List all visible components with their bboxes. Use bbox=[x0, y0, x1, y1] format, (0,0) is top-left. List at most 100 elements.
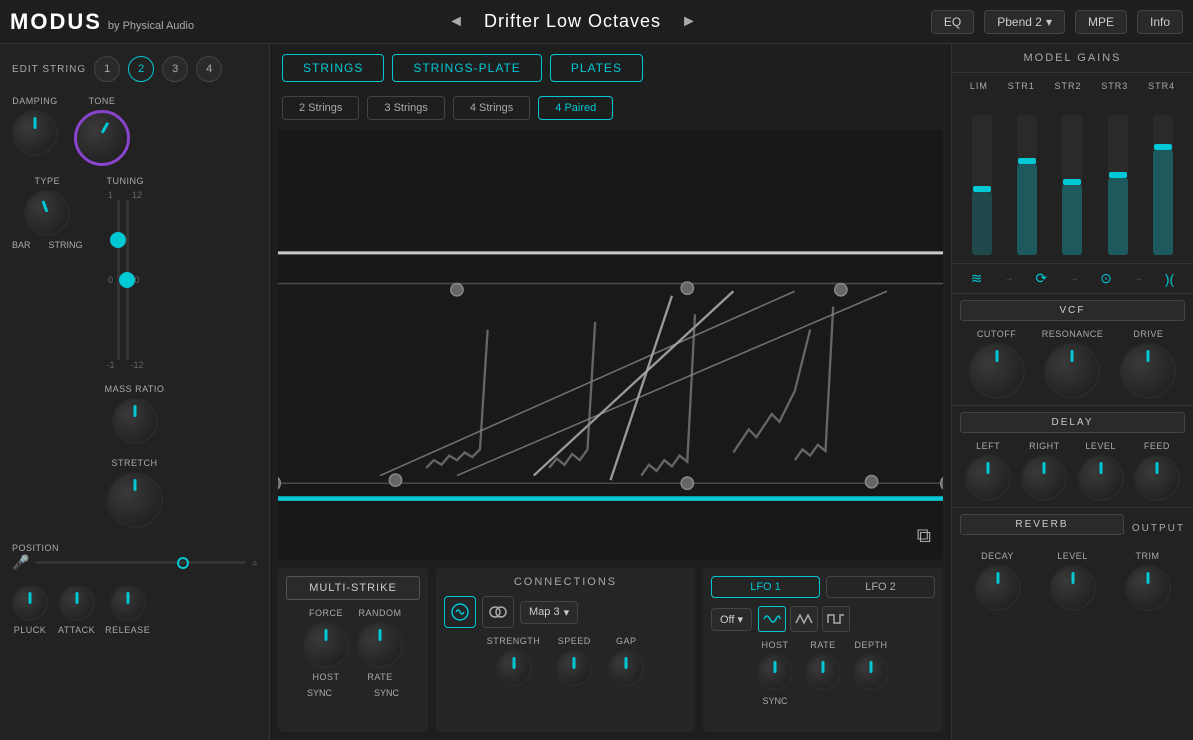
vcf-header-button[interactable]: VCF bbox=[960, 300, 1185, 321]
random-knob[interactable] bbox=[357, 622, 403, 668]
str1-slider-col bbox=[1017, 115, 1037, 255]
tab-plates[interactable]: PLATES bbox=[550, 54, 643, 82]
delay-level-knob[interactable] bbox=[1078, 455, 1124, 501]
delay-clock-icon: ⊙ bbox=[1100, 270, 1112, 287]
info-button[interactable]: Info bbox=[1137, 10, 1183, 34]
tab-4-paired[interactable]: 4 Paired bbox=[538, 96, 613, 120]
tuning-slider-1-thumb[interactable] bbox=[110, 232, 126, 248]
speed-group: SPEED bbox=[556, 636, 592, 686]
stretch-knob[interactable] bbox=[107, 472, 163, 528]
lfo-source-select[interactable]: Off ▾ bbox=[711, 608, 752, 631]
decay-knob[interactable] bbox=[975, 565, 1021, 611]
lfo2-tab[interactable]: LFO 2 bbox=[826, 576, 935, 598]
gains-sliders bbox=[960, 95, 1185, 255]
resonance-knob[interactable] bbox=[1044, 343, 1100, 399]
wave-square-button[interactable] bbox=[822, 606, 850, 632]
lim-slider[interactable] bbox=[972, 115, 992, 255]
cutoff-knob[interactable] bbox=[969, 343, 1025, 399]
bottom-knobs-row: PLUCK ATTACK RELEASE bbox=[12, 585, 257, 635]
model-gains-header: MODEL GAINS bbox=[952, 44, 1193, 73]
str2-slider[interactable] bbox=[1062, 115, 1082, 255]
string-button-1[interactable]: 1 bbox=[94, 56, 120, 82]
str3-slider[interactable] bbox=[1108, 115, 1128, 255]
tab-2-strings[interactable]: 2 Strings bbox=[282, 96, 359, 120]
delay-left-label: LEFT bbox=[976, 441, 1000, 451]
strength-knob[interactable] bbox=[496, 650, 532, 686]
lfo-depth-group: DEPTH bbox=[853, 640, 889, 706]
delay-left-knob[interactable] bbox=[965, 455, 1011, 501]
string-button-2[interactable]: 2 bbox=[128, 56, 154, 82]
damping-knob[interactable] bbox=[12, 110, 58, 156]
trim-label: TRIM bbox=[1136, 551, 1160, 561]
position-slider[interactable] bbox=[35, 561, 246, 564]
tab-strings[interactable]: STRINGS bbox=[282, 54, 384, 82]
delay-header-button[interactable]: DELAY bbox=[960, 412, 1185, 433]
vcf-knobs: CUTOFF RESONANCE DRIVE bbox=[960, 329, 1185, 399]
damping-tone-row: DAMPING TONE bbox=[12, 96, 257, 166]
wave-buttons bbox=[758, 606, 850, 632]
center-panel: STRINGS STRINGS-PLATE PLATES 2 Strings 3… bbox=[270, 44, 951, 740]
tab-strings-plate[interactable]: STRINGS-PLATE bbox=[392, 54, 541, 82]
lfo-rate-knob[interactable] bbox=[805, 654, 841, 690]
mass-ratio-knob[interactable] bbox=[112, 398, 158, 444]
str1-slider[interactable] bbox=[1017, 115, 1037, 255]
lfo1-tab[interactable]: LFO 1 bbox=[711, 576, 820, 598]
release-knob[interactable] bbox=[110, 585, 146, 621]
string-button-4[interactable]: 4 bbox=[196, 56, 222, 82]
reverb-header-button[interactable]: REVERB bbox=[960, 514, 1124, 535]
sync-label-1b: SYNC bbox=[374, 688, 399, 698]
prev-preset-button[interactable]: ◄ bbox=[448, 13, 464, 31]
multi-strike-button[interactable]: MULTI-STRIKE bbox=[286, 576, 420, 600]
vcf-wave-icon: ≋ bbox=[971, 270, 983, 287]
conn-wave-icon[interactable] bbox=[444, 596, 476, 628]
string-button-3[interactable]: 3 bbox=[162, 56, 188, 82]
drive-effect: ⟳ bbox=[1035, 270, 1047, 287]
lim-header: LIM bbox=[970, 81, 988, 91]
pbend-button[interactable]: Pbend 2 ▾ bbox=[984, 10, 1065, 34]
conn-link-icon[interactable] bbox=[482, 596, 514, 628]
attack-knob[interactable] bbox=[59, 585, 95, 621]
delay-right-knob[interactable] bbox=[1021, 455, 1067, 501]
gap-knob[interactable] bbox=[608, 650, 644, 686]
decay-label: DECAY bbox=[981, 551, 1014, 561]
top-bar: MODUS by Physical Audio ◄ Drifter Low Oc… bbox=[0, 0, 1193, 44]
force-knob[interactable] bbox=[303, 622, 349, 668]
tuning-slider-2-thumb[interactable] bbox=[119, 272, 135, 288]
pluck-knob[interactable] bbox=[12, 585, 48, 621]
lfo-depth-knob[interactable] bbox=[853, 654, 889, 690]
str3-header: STR3 bbox=[1101, 81, 1128, 91]
delay-feed-knob[interactable] bbox=[1134, 455, 1180, 501]
wave-sine-button[interactable] bbox=[758, 606, 786, 632]
reverb-icon: )( bbox=[1165, 271, 1174, 287]
str2-header: STR2 bbox=[1054, 81, 1081, 91]
tone-knob[interactable] bbox=[74, 110, 130, 166]
lfo-depth-label: DEPTH bbox=[854, 640, 887, 650]
position-label: POSITION bbox=[12, 543, 59, 553]
str4-slider[interactable] bbox=[1153, 115, 1173, 255]
tab-3-strings[interactable]: 3 Strings bbox=[367, 96, 444, 120]
speed-label: SPEED bbox=[558, 636, 591, 646]
mpe-button[interactable]: MPE bbox=[1075, 10, 1127, 34]
position-slider-thumb[interactable] bbox=[177, 557, 189, 569]
type-knob[interactable] bbox=[24, 190, 70, 236]
drive-vcf-knob[interactable] bbox=[1120, 343, 1176, 399]
cutoff-group: CUTOFF bbox=[969, 329, 1025, 399]
speed-knob[interactable] bbox=[556, 650, 592, 686]
delay-right-label: RIGHT bbox=[1029, 441, 1060, 451]
type-label: TYPE bbox=[35, 176, 61, 186]
slider2-mid: 0 bbox=[135, 275, 140, 285]
trim-knob[interactable] bbox=[1125, 565, 1171, 611]
eq-button[interactable]: EQ bbox=[931, 10, 974, 34]
map-select[interactable]: Map 3 ▾ bbox=[520, 601, 578, 624]
position-section: POSITION 🎤 ▵ bbox=[12, 542, 257, 571]
tuning-slider-2[interactable] bbox=[126, 200, 129, 360]
wave-triangle-button[interactable] bbox=[790, 606, 818, 632]
resonance-group: RESONANCE bbox=[1042, 329, 1104, 399]
lfo-host-knob[interactable] bbox=[757, 654, 793, 690]
screenshot-icon[interactable]: ⧉ bbox=[917, 525, 931, 548]
tab-4-strings[interactable]: 4 Strings bbox=[453, 96, 530, 120]
next-preset-button[interactable]: ► bbox=[681, 13, 697, 31]
reverb-level-knob[interactable] bbox=[1050, 565, 1096, 611]
reverb-section: REVERB OUTPUT DECAY LEVEL TRIM bbox=[952, 508, 1193, 740]
pluck-group: PLUCK bbox=[12, 585, 48, 635]
